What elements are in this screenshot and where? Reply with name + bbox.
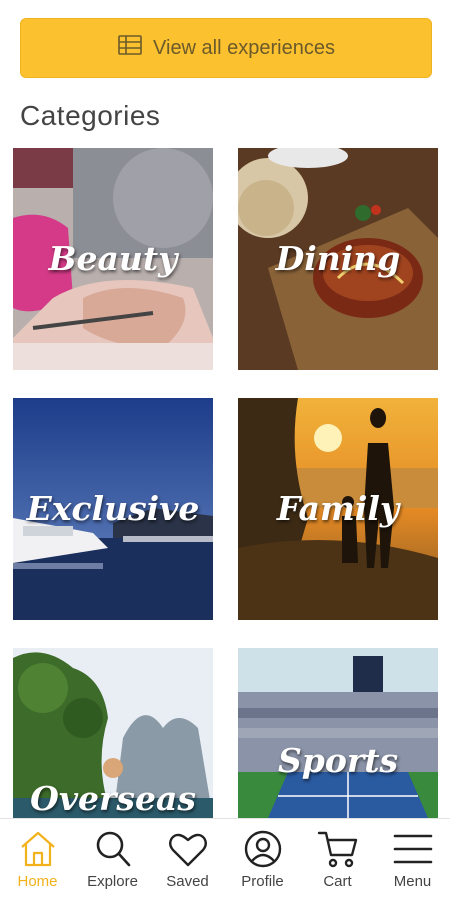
tennis-stadium-photo [238,648,438,818]
category-tile-exclusive[interactable]: Exclusive [13,398,213,620]
category-label: Exclusive [26,489,200,528]
nav-label-profile: Profile [241,873,284,890]
nav-item-saved[interactable]: Saved [152,829,224,890]
category-label: Sports [277,741,399,780]
nav-item-cart[interactable]: Cart [302,829,374,890]
user-icon [244,830,281,868]
category-tile-sports[interactable]: Sports [238,648,438,818]
category-tile-dining[interactable]: Dining [238,148,438,370]
nav-label-cart: Cart [323,873,352,890]
category-label: Family [276,489,400,528]
category-tile-overseas-breaks[interactable]: Overseas breaks [13,648,213,818]
hamburger-icon [393,834,432,864]
heart-icon [168,833,207,867]
category-tile-family[interactable]: Family [238,398,438,620]
home-icon [20,831,55,867]
nav-label-home: Home [17,873,58,890]
category-tile-beauty[interactable]: Beauty [13,148,213,370]
nav-item-menu[interactable]: Menu [377,829,449,890]
categories-heading: Categories [20,100,161,131]
nav-item-profile[interactable]: Profile [227,829,299,890]
nav-item-home[interactable]: Home [2,829,74,890]
cart-icon [317,831,357,868]
category-label: Beauty [48,239,178,278]
view-all-experiences-button[interactable]: View all experiences [20,18,432,78]
category-label: Overseas breaks [30,779,196,818]
nav-label-saved: Saved [166,873,209,890]
nav-item-explore[interactable]: Explore [77,829,149,890]
nav-label-explore: Explore [87,873,138,890]
bottom-navigation: Home Explore Saved Profile Cart Menu [0,818,450,900]
view-all-experiences-label: View all experiences [153,36,335,59]
search-icon [96,831,130,867]
nav-label-menu: Menu [393,873,432,890]
table-icon [117,34,143,62]
category-label: Dining [275,239,401,278]
